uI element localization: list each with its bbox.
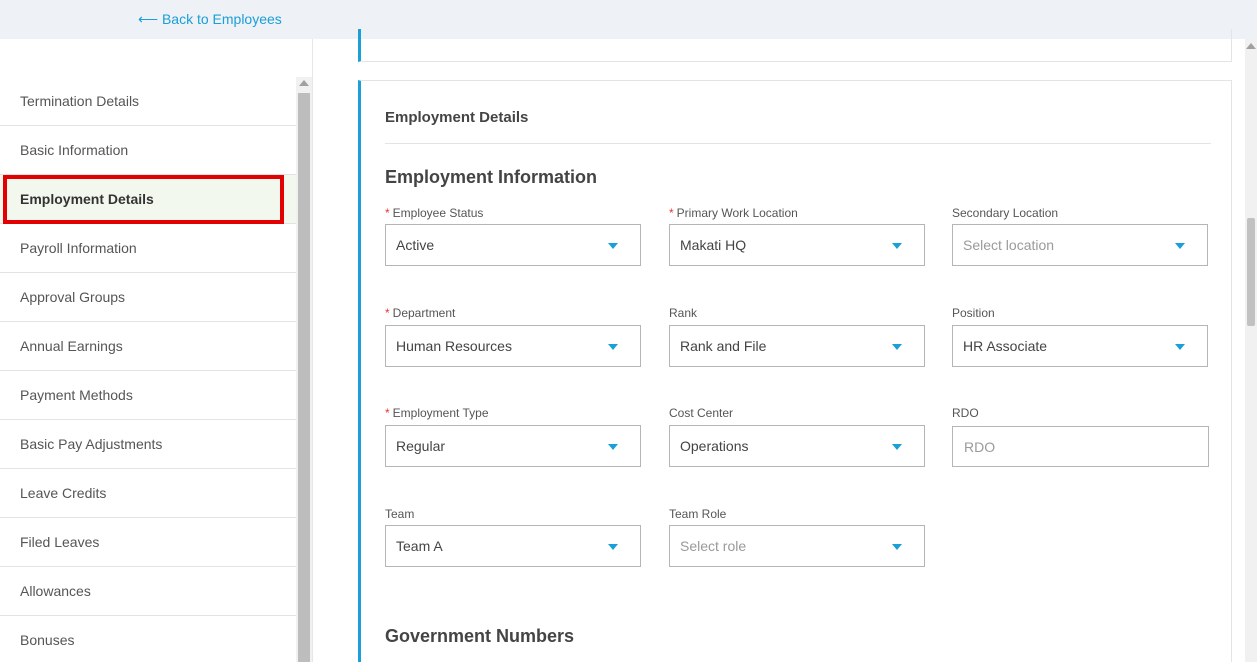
card-divider: [385, 143, 1211, 144]
position-select[interactable]: HR Associate: [952, 325, 1208, 367]
team-value: Team A: [396, 538, 443, 554]
required-mark: *: [385, 206, 390, 220]
main-content: Employment Details Employment Informatio…: [313, 29, 1245, 662]
primary-work-location-value: Makati HQ: [680, 237, 747, 253]
chevron-down-icon: [892, 344, 902, 350]
team-role-label: Team Role: [669, 507, 727, 521]
chevron-down-icon: [608, 243, 618, 249]
sidebar-item-payment-methods[interactable]: Payment Methods: [0, 371, 296, 420]
card-title: Employment Details: [385, 109, 529, 126]
employee-status-select[interactable]: Active: [385, 224, 641, 266]
scroll-up-arrow-icon[interactable]: [299, 80, 309, 86]
rank-value: Rank and File: [680, 338, 767, 354]
employee-status-value: Active: [396, 237, 435, 253]
position-label: Position: [952, 306, 995, 320]
cost-center-value: Operations: [680, 438, 749, 454]
primary-work-location-label: * Primary Work Location: [669, 206, 798, 220]
rank-select[interactable]: Rank and File: [669, 325, 925, 367]
chevron-down-icon: [1175, 344, 1185, 350]
sidebar-scrollbar-thumb[interactable]: [298, 93, 310, 662]
department-value: Human Resources: [396, 338, 512, 354]
secondary-location-label: Secondary Location: [952, 206, 1059, 220]
primary-work-location-select[interactable]: Makati HQ: [669, 224, 925, 266]
sidebar-item-allowances[interactable]: Allowances: [0, 567, 296, 616]
employment-information-heading: Employment Information: [385, 167, 598, 187]
required-mark: *: [385, 406, 390, 420]
sidebar-item-payroll-information[interactable]: Payroll Information: [0, 224, 296, 273]
chevron-down-icon: [892, 544, 902, 550]
chevron-down-icon: [892, 444, 902, 450]
team-select[interactable]: Team A: [385, 525, 641, 567]
sidebar-item-annual-earnings[interactable]: Annual Earnings: [0, 322, 296, 371]
sidebar-item-leave-credits[interactable]: Leave Credits: [0, 469, 296, 518]
required-mark: *: [385, 306, 390, 320]
chevron-down-icon: [608, 344, 618, 350]
sidebar-item-employment-details[interactable]: Employment Details: [0, 175, 296, 224]
cost-center-select[interactable]: Operations: [669, 425, 925, 467]
rank-label: Rank: [669, 306, 698, 320]
page-scrollbar[interactable]: [1245, 39, 1257, 662]
scroll-up-arrow-icon[interactable]: [1246, 43, 1256, 49]
employee-status-label: * Employee Status: [385, 206, 484, 220]
position-value: HR Associate: [963, 338, 1048, 354]
employment-type-select[interactable]: Regular: [385, 425, 641, 467]
department-label: * Department: [385, 306, 456, 320]
back-to-employees-link[interactable]: ⟵ Back to Employees: [138, 11, 282, 28]
government-numbers-heading: Government Numbers: [385, 626, 575, 646]
sidebar-item-basic-pay-adjustments[interactable]: Basic Pay Adjustments: [0, 420, 296, 469]
previous-section-card: [358, 29, 1232, 62]
chevron-down-icon: [608, 444, 618, 450]
employment-details-card: Employment Details Employment Informatio…: [358, 80, 1232, 662]
sidebar-item-filed-leaves[interactable]: Filed Leaves: [0, 518, 296, 567]
team-role-placeholder: Select role: [680, 538, 747, 554]
rdo-input[interactable]: [952, 426, 1209, 467]
sidebar-item-termination-details[interactable]: Termination Details: [0, 77, 296, 126]
sidebar-item-basic-information[interactable]: Basic Information: [0, 126, 296, 175]
sidebar-item-approval-groups[interactable]: Approval Groups: [0, 273, 296, 322]
department-select[interactable]: Human Resources: [385, 325, 641, 367]
chevron-down-icon: [608, 544, 618, 550]
cost-center-label: Cost Center: [669, 406, 734, 420]
sidebar-item-bonuses[interactable]: Bonuses: [0, 616, 296, 662]
required-mark: *: [669, 206, 674, 220]
secondary-location-select[interactable]: Select location: [952, 224, 1208, 266]
chevron-down-icon: [1175, 243, 1185, 249]
employment-type-value: Regular: [396, 438, 446, 454]
sidebar: Termination Details Basic Information Em…: [0, 39, 313, 662]
chevron-down-icon: [892, 243, 902, 249]
team-role-select[interactable]: Select role: [669, 525, 925, 567]
employment-type-label: * Employment Type: [385, 406, 489, 420]
secondary-location-placeholder: Select location: [963, 237, 1055, 253]
page-scrollbar-thumb[interactable]: [1247, 218, 1255, 326]
team-label: Team: [385, 507, 415, 521]
rdo-label: RDO: [952, 406, 979, 420]
